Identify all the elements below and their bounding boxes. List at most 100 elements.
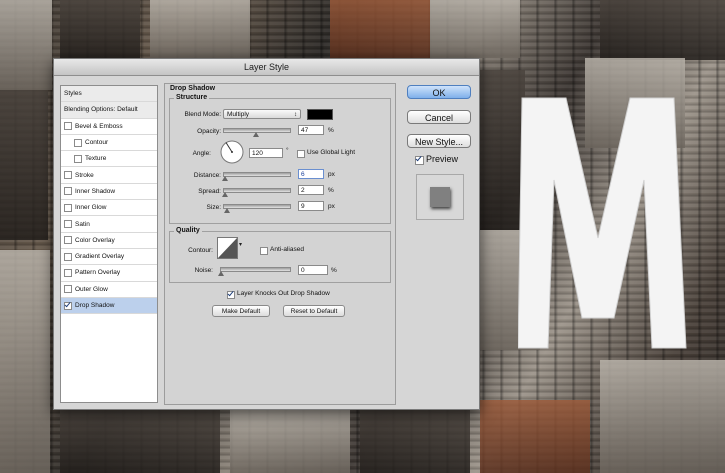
styles-list: Styles Blending Options: Default Bevel & E… bbox=[60, 85, 158, 403]
use-global-light-checkbox[interactable] bbox=[297, 150, 305, 158]
distance-label: Distance: bbox=[193, 172, 221, 179]
style-item-label: Inner Glow bbox=[75, 204, 107, 212]
spread-slider-thumb[interactable] bbox=[222, 192, 229, 197]
style-item-label: Color Overlay bbox=[75, 236, 115, 244]
size-input[interactable]: 9 bbox=[298, 201, 324, 211]
style-item-label: Blending Options: Default bbox=[64, 106, 138, 114]
preview-checkbox[interactable] bbox=[415, 156, 424, 165]
large-letter-m bbox=[518, 97, 687, 349]
style-item-label: Outer Glow bbox=[75, 285, 108, 293]
size-label: Size: bbox=[206, 204, 221, 211]
size-slider[interactable] bbox=[223, 204, 291, 213]
preview-label: Preview bbox=[426, 154, 459, 164]
noise-slider[interactable] bbox=[218, 267, 291, 276]
quality-title: Quality bbox=[174, 227, 202, 234]
style-item-checkbox[interactable] bbox=[64, 285, 72, 294]
opacity-unit: % bbox=[328, 127, 334, 134]
distance-slider-thumb[interactable] bbox=[222, 176, 229, 181]
style-item-label: Texture bbox=[85, 155, 107, 163]
quality-group bbox=[169, 231, 391, 283]
knockout-checkbox[interactable] bbox=[227, 291, 235, 299]
style-item[interactable]: Styles bbox=[61, 86, 157, 103]
distance-unit: px bbox=[328, 171, 335, 178]
use-global-light-label: Use Global Light bbox=[307, 149, 356, 156]
structure-title: Structure bbox=[174, 94, 210, 101]
spread-label: Spread: bbox=[198, 188, 221, 195]
dialog-title: Layer Style bbox=[54, 59, 479, 76]
opacity-label: Opacity: bbox=[197, 128, 221, 135]
style-item[interactable]: Satin bbox=[61, 216, 157, 233]
anti-aliased-label: Anti-aliased bbox=[270, 246, 304, 253]
style-item[interactable]: Pattern Overlay bbox=[61, 265, 157, 282]
style-item-checkbox[interactable] bbox=[64, 171, 72, 180]
angle-dial[interactable] bbox=[220, 140, 244, 164]
size-slider-thumb[interactable] bbox=[223, 208, 230, 213]
drop-shadow-title: Drop Shadow bbox=[170, 85, 216, 92]
angle-label: Angle: bbox=[192, 150, 211, 157]
style-item[interactable]: Blending Options: Default bbox=[61, 102, 157, 119]
style-item-checkbox[interactable] bbox=[74, 138, 82, 147]
style-item-label: Gradient Overlay bbox=[75, 253, 125, 261]
spread-input[interactable]: 2 bbox=[298, 185, 324, 195]
blend-mode-value: Multiply bbox=[227, 111, 250, 118]
drop-shadow-panel: Drop Shadow Structure Blend Mode: Multip… bbox=[164, 83, 396, 405]
angle-input[interactable]: 120 bbox=[249, 148, 283, 158]
ok-button[interactable]: OK bbox=[407, 85, 471, 99]
distance-input[interactable]: 6 bbox=[298, 169, 324, 179]
knockout-label: Layer Knocks Out Drop Shadow bbox=[237, 290, 330, 297]
svg-text:▾: ▾ bbox=[239, 241, 242, 248]
noise-slider-thumb[interactable] bbox=[218, 271, 224, 276]
style-item-checkbox[interactable] bbox=[74, 154, 82, 163]
cancel-button[interactable]: Cancel bbox=[407, 110, 471, 124]
style-item[interactable]: Drop Shadow bbox=[61, 297, 157, 315]
style-item-checkbox[interactable] bbox=[64, 220, 72, 229]
style-item-checkbox[interactable] bbox=[64, 252, 72, 261]
style-item-label: Contour bbox=[85, 139, 109, 147]
style-item-label: Inner Shadow bbox=[75, 187, 116, 195]
style-item-checkbox[interactable] bbox=[64, 301, 72, 310]
style-item-checkbox[interactable] bbox=[64, 187, 72, 196]
style-item-label: Drop Shadow bbox=[75, 302, 115, 309]
style-item[interactable]: Inner Glow bbox=[61, 200, 157, 217]
chevron-updown-icon: ↕ bbox=[294, 112, 297, 118]
style-item-label: Bevel & Emboss bbox=[75, 122, 123, 130]
style-item[interactable]: Outer Glow bbox=[61, 282, 157, 298]
style-item[interactable]: Gradient Overlay bbox=[61, 249, 157, 266]
distance-slider[interactable] bbox=[222, 172, 291, 181]
style-item-checkbox[interactable] bbox=[64, 268, 72, 277]
style-item-checkbox[interactable] bbox=[64, 203, 72, 212]
preview-square bbox=[430, 187, 450, 207]
noise-input[interactable]: 0 bbox=[298, 265, 328, 275]
style-item[interactable]: Stroke bbox=[61, 167, 157, 184]
blend-mode-select[interactable]: Multiply ↕ bbox=[223, 109, 301, 119]
style-item-label: Pattern Overlay bbox=[75, 269, 121, 277]
size-unit: px bbox=[328, 203, 335, 210]
style-item[interactable]: Inner Shadow bbox=[61, 184, 157, 201]
spread-slider[interactable] bbox=[222, 188, 291, 197]
style-item[interactable]: Contour bbox=[61, 135, 157, 152]
style-item-label: Satin bbox=[75, 220, 90, 228]
spread-unit: % bbox=[328, 187, 334, 194]
angle-unit: ° bbox=[286, 147, 289, 154]
style-item-label: Styles bbox=[64, 90, 82, 98]
preview-thumbnail bbox=[416, 174, 464, 220]
style-item[interactable]: Bevel & Emboss bbox=[61, 119, 157, 135]
style-item-checkbox[interactable] bbox=[64, 122, 72, 131]
noise-label: Noise: bbox=[194, 267, 213, 274]
contour-picker[interactable]: ▾ bbox=[217, 237, 243, 259]
style-item[interactable]: Color Overlay bbox=[61, 233, 157, 249]
anti-aliased-checkbox[interactable] bbox=[260, 247, 268, 255]
style-item-checkbox[interactable] bbox=[64, 236, 72, 245]
new-style-button[interactable]: New Style... bbox=[407, 134, 471, 148]
layer-style-dialog: Layer Style Styles Blending Options: Defa… bbox=[53, 58, 480, 410]
opacity-slider-thumb[interactable] bbox=[252, 132, 259, 137]
opacity-input[interactable]: 47 bbox=[298, 125, 324, 135]
opacity-slider[interactable] bbox=[223, 128, 291, 137]
noise-unit: % bbox=[331, 267, 337, 274]
make-default-button[interactable]: Make Default bbox=[212, 305, 270, 317]
shadow-color-swatch[interactable] bbox=[307, 109, 333, 120]
reset-to-default-button[interactable]: Reset to Default bbox=[283, 305, 345, 317]
blend-mode-label: Blend Mode: bbox=[184, 111, 222, 118]
style-item-label: Stroke bbox=[75, 171, 94, 179]
style-item[interactable]: Texture bbox=[61, 151, 157, 168]
